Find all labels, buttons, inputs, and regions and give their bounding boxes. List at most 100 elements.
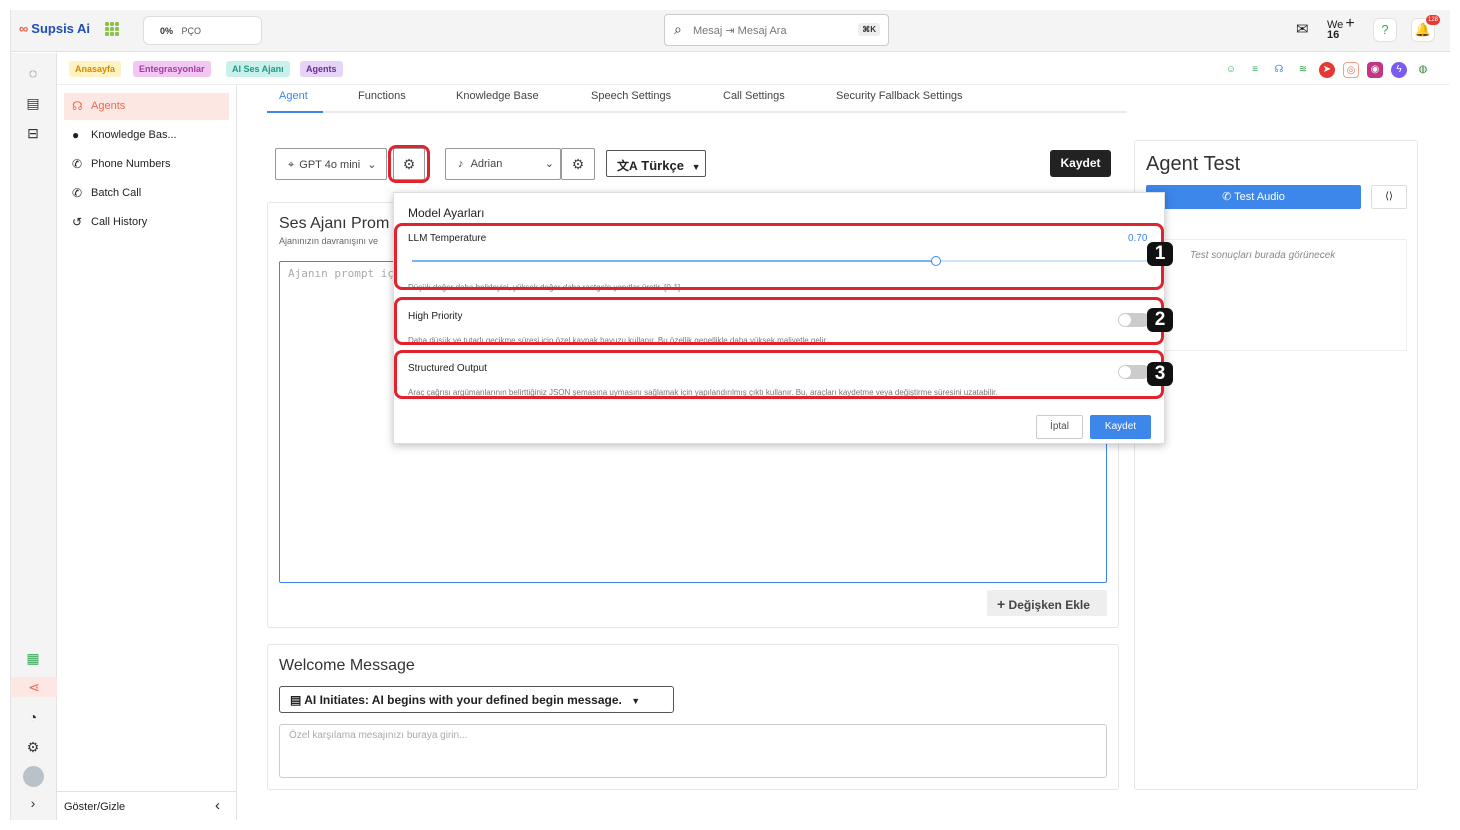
breadcrumb-agents[interactable]: Agents [300, 61, 343, 77]
music-note-icon: ♪ [458, 158, 464, 170]
tab-knowledge-base[interactable]: Knowledge Base [456, 90, 539, 102]
notifications-bell-icon[interactable]: 🔔 128 [1411, 15, 1441, 42]
add-variable-button[interactable]: + Değişken Ekle [987, 590, 1107, 616]
collapse-chevron-icon: ‹ [215, 797, 220, 814]
popover-title: Model Ayarları [408, 206, 485, 220]
agent-test-title: Agent Test [1146, 153, 1241, 175]
prompt-subtitle: Ajanınızın davranışını ve [279, 236, 379, 246]
model-value: GPT 4o mini [299, 159, 361, 171]
messenger-channel-icon[interactable]: ϟ [1391, 62, 1407, 78]
tab-active-indicator [267, 111, 323, 113]
top-bar: ∞ Supsis Ai 0% PÇO ⌕ Mesaj ⇥ Mesaj Ara ⌘… [11, 10, 1450, 52]
welcome-card: Welcome Message ▤ AI Initiates: AI begin… [267, 644, 1119, 790]
model-settings-highlight [388, 145, 430, 183]
sidebar-item-label: Call History [91, 216, 148, 228]
show-hide-label: Göster/Gizle [64, 801, 126, 813]
apps-grid-icon[interactable] [105, 22, 119, 36]
agent-test-panel: Agent Test ✆ Test Audio ⟨⟩ Test sonuçlar… [1134, 140, 1418, 790]
breadcrumb-voice-agent[interactable]: AI Ses Ajanı [226, 61, 290, 77]
annotation-badge-1: 1 [1147, 242, 1173, 266]
dashboard-icon[interactable]: ▦ [23, 648, 43, 668]
code-icon: ⟨⟩ [1385, 191, 1393, 202]
sidebar-item-label: Phone Numbers [91, 158, 171, 170]
plus-icon: + [997, 596, 1006, 612]
welcome-placeholder: Özel karşılama mesajınızı buraya girin..… [289, 730, 468, 741]
welcome-title: Welcome Message [279, 657, 415, 674]
model-select[interactable]: ⌖ GPT 4o mini ⌄ [275, 148, 387, 180]
code-toggle-button[interactable]: ⟨⟩ [1371, 185, 1407, 209]
prompt-title: Ses Ajanı Prom [279, 215, 390, 232]
reports-icon[interactable]: ◔ [23, 707, 43, 727]
prompt-placeholder: Ajanın prompt içe [288, 267, 401, 280]
cancel-button[interactable]: İptal [1036, 415, 1083, 439]
brand-logo[interactable]: ∞ Supsis Ai [19, 21, 90, 36]
inbox-icon[interactable]: ⊟ [23, 123, 43, 143]
voice-settings-button[interactable]: ⚙ [561, 148, 595, 180]
chevron-down-icon: ⌄ [367, 159, 377, 171]
show-hide-toggle[interactable]: Göster/Gizle ‹ [57, 791, 237, 820]
sidebar-item-call-history[interactable]: ↺ Call History [64, 209, 229, 236]
voice-select[interactable]: ♪ Adrian ⌄ [445, 148, 561, 180]
breadcrumb-integrations[interactable]: Entegrasyonlar [133, 61, 211, 77]
wifi-channel-icon[interactable]: ≋ [1295, 62, 1311, 78]
welcome-mode-select[interactable]: ▤ AI Initiates: AI begins with your defi… [279, 686, 674, 713]
breadcrumb-home[interactable]: Anasayfa [69, 61, 122, 77]
week-indicator[interactable]: We + 16 [1327, 16, 1361, 44]
language-value: Türkçe [641, 158, 684, 173]
search-icon: ⌕ [674, 21, 682, 37]
share-icon[interactable]: ⋖ [11, 677, 57, 697]
temperature-highlight [394, 223, 1164, 290]
tab-functions[interactable]: Functions [358, 90, 406, 102]
sidebar-item-phone-numbers[interactable]: ✆ Phone Numbers [64, 151, 229, 178]
sidebar-item-label: Batch Call [91, 187, 142, 199]
sidebar-item-label: Knowledge Bas... [91, 129, 177, 141]
tab-call-settings[interactable]: Call Settings [723, 90, 785, 102]
add-icon: + [1345, 15, 1355, 32]
sidebar-item-knowledge-base[interactable]: ● Knowledge Bas... [64, 122, 229, 149]
welcome-mode-value: AI Initiates: AI begins with your define… [304, 693, 622, 707]
popover-save-button[interactable]: Kaydet [1090, 415, 1151, 439]
message-icon: ▤ [290, 693, 302, 707]
test-audio-button[interactable]: ✆ Test Audio [1146, 185, 1361, 209]
annotation-badge-3: 3 [1147, 362, 1173, 386]
tab-security-fallback-settings[interactable]: Security Fallback Settings [836, 90, 963, 102]
voice-value: Adrian [470, 158, 503, 170]
search-placeholder: Mesaj ⇥ Mesaj Ara [693, 25, 787, 37]
save-button[interactable]: Kaydet [1050, 150, 1111, 177]
other-channel-icon[interactable]: ◍ [1415, 62, 1431, 78]
instagram-channel-icon[interactable]: ◉ [1367, 62, 1383, 78]
telegram-channel-icon[interactable]: ➤ [1319, 62, 1335, 78]
user-avatar[interactable] [23, 766, 44, 787]
voice-channel-icon[interactable]: ☊ [1271, 62, 1287, 78]
expand-chevron-icon[interactable]: › [23, 793, 43, 813]
sidebar-item-agents[interactable]: ☊ Agents [64, 93, 229, 120]
pco-indicator[interactable]: 0% PÇO [143, 16, 262, 45]
message-search-input[interactable]: ⌕ Mesaj ⇥ Mesaj Ara ⌘K [664, 14, 889, 46]
pco-label: PÇO [181, 26, 202, 36]
logo-icon: ∞ [19, 21, 29, 36]
phone-icon: ✆ [72, 157, 83, 171]
sidebar-item-batch-call[interactable]: ✆ Batch Call [64, 180, 229, 207]
settings-gear-icon[interactable]: ⚙ [23, 737, 43, 757]
welcome-message-textarea[interactable]: Özel karşılama mesajınızı buraya girin..… [279, 724, 1107, 778]
bot-channel-icon[interactable]: ☺ [1223, 62, 1239, 78]
phone-icon: ✆ [72, 186, 83, 200]
tab-agent[interactable]: Agent [279, 90, 308, 102]
mail-icon[interactable]: ✉ [1296, 20, 1309, 38]
list-channel-icon[interactable]: ≡ [1247, 62, 1263, 78]
phone-icon: ✆ [1222, 191, 1232, 203]
whatsapp-channel-icon[interactable]: ◎ [1343, 62, 1359, 78]
language-select[interactable]: 文A Türkçe ▼ [606, 150, 706, 177]
tab-speech-settings[interactable]: Speech Settings [591, 90, 671, 102]
sidebar: ☊ Agents ● Knowledge Bas... ✆ Phone Numbers… [57, 85, 237, 820]
history-icon: ↺ [72, 215, 83, 229]
structured-output-highlight [394, 350, 1164, 399]
translate-icon: 文A [617, 159, 638, 173]
chevron-down-icon: ⌄ [544, 158, 554, 170]
brand-name: Supsis Ai [31, 21, 91, 36]
gear-icon: ⚙ [571, 156, 585, 172]
contacts-icon[interactable]: ▤ [23, 93, 43, 113]
search-shortcut: ⌘K [858, 23, 880, 36]
chat-icon[interactable]: ◌ [23, 63, 43, 83]
help-icon[interactable]: ? [1373, 18, 1397, 42]
